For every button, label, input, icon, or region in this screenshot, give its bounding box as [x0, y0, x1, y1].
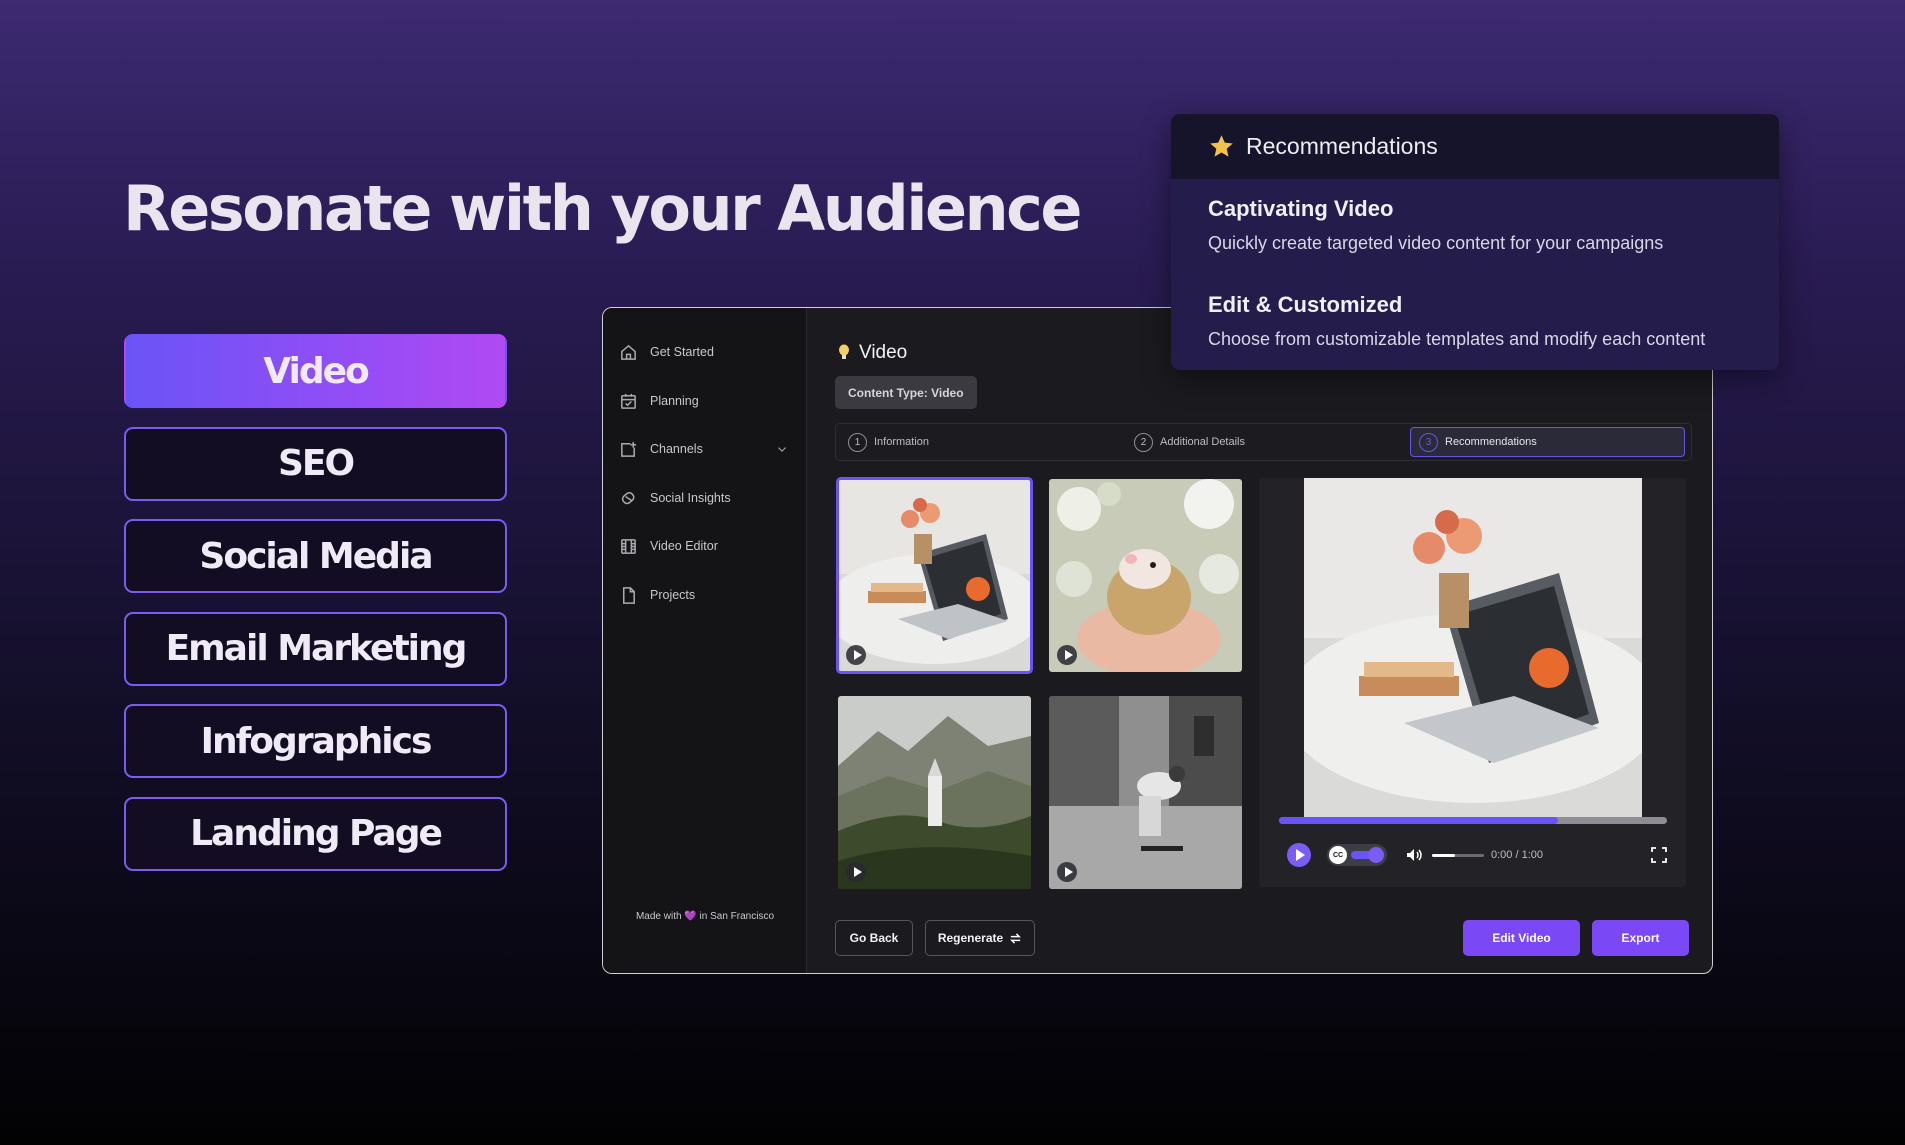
sidebar-item-get-started[interactable]: Get Started: [619, 338, 789, 366]
captions-toggle[interactable]: CC: [1327, 844, 1387, 866]
chevron-down-icon[interactable]: [775, 442, 789, 456]
play-icon[interactable]: [1057, 645, 1077, 665]
recommendation-description: Choose from customizable templates and m…: [1208, 329, 1706, 349]
app-window: Get Started Planning Channels Social Ins…: [602, 307, 1713, 974]
video-frame[interactable]: [1304, 478, 1642, 818]
recommendation-item: Captivating Video Quickly create targete…: [1208, 196, 1663, 254]
sidebar-item-planning[interactable]: Planning: [619, 387, 789, 415]
video-player: CC 0:00 / 1:00: [1259, 478, 1686, 887]
cc-icon: CC: [1329, 846, 1347, 864]
sidebar-item-label: Video Editor: [650, 539, 718, 553]
content-type-badge: Content Type: Video: [835, 376, 977, 409]
time-display: 0:00 / 1:00: [1491, 849, 1543, 861]
calendar-icon: [621, 393, 636, 409]
page-title: Video: [859, 342, 908, 363]
regenerate-button[interactable]: Regenerate: [925, 920, 1035, 956]
sidebar-item-label: Channels: [650, 442, 703, 456]
sidebar-item-label: Social Insights: [650, 491, 731, 505]
captions-toggle-knob: [1368, 847, 1384, 863]
recommendations-card: Recommendations Captivating Video Quickl…: [1171, 114, 1779, 370]
step-recommendations[interactable]: 3 Recommendations: [1410, 427, 1685, 457]
category-seo[interactable]: SEO: [124, 426, 507, 501]
sidebar-item-social-insights[interactable]: Social Insights: [619, 484, 789, 512]
step-label: Additional Details: [1160, 436, 1245, 448]
channels-icon: [621, 441, 637, 457]
stepper: 1 Information 2 Additional Details 3 Rec…: [835, 423, 1692, 461]
sidebar-item-projects[interactable]: Projects: [619, 581, 789, 609]
recommendations-header: Recommendations: [1171, 114, 1779, 179]
sidebar-item-channels[interactable]: Channels: [619, 435, 789, 463]
thumbnail-hedgehog[interactable]: [1049, 479, 1242, 672]
step-number: 2: [1134, 432, 1153, 452]
recommendation-item: Edit & Customized Choose from customizab…: [1208, 292, 1705, 350]
sidebar-item-video-editor[interactable]: Video Editor: [619, 532, 789, 560]
export-button[interactable]: Export: [1592, 920, 1689, 956]
step-number: 3: [1419, 432, 1438, 452]
recommendations-title: Recommendations: [1246, 133, 1438, 159]
star-icon: [1210, 135, 1233, 157]
sidebar-item-label: Planning: [650, 394, 699, 408]
heart-icon: 💜: [684, 911, 697, 922]
progress-bar[interactable]: [1279, 817, 1667, 824]
sidebar: Get Started Planning Channels Social Ins…: [603, 308, 807, 973]
hedgehog-image: [1049, 479, 1242, 672]
step-information[interactable]: 1 Information: [848, 424, 929, 460]
volume-fill: [1432, 853, 1456, 857]
regenerate-label: Regenerate: [937, 931, 1004, 945]
volume-icon[interactable]: [1404, 845, 1424, 865]
mountain-church-image: [838, 696, 1031, 889]
step-additional-details[interactable]: 2 Additional Details: [1134, 424, 1245, 460]
step-label: Information: [874, 436, 930, 448]
video-preview-image: [1304, 478, 1642, 818]
laptop-flowers-image: [838, 479, 1031, 672]
film-icon: [621, 538, 636, 554]
play-icon[interactable]: [846, 645, 866, 665]
sidebar-item-label: Projects: [650, 588, 696, 602]
thumbnail-skateboarder[interactable]: [1049, 696, 1242, 889]
progress-fill: [1279, 817, 1559, 824]
thumbnail-mountain-church[interactable]: [838, 696, 1031, 889]
category-infographics[interactable]: Infographics: [124, 704, 507, 778]
play-icon[interactable]: [846, 862, 866, 882]
lightbulb-icon: [839, 344, 849, 359]
headline: Resonate with your Audience: [123, 172, 1082, 245]
step-number: 1: [848, 432, 867, 452]
home-icon: [621, 344, 636, 360]
insights-icon: [621, 491, 635, 504]
edit-video-button[interactable]: Edit Video: [1463, 920, 1580, 956]
thumbnail-laptop-flowers[interactable]: [836, 477, 1033, 674]
footer-prefix: Made with: [635, 911, 682, 922]
category-email-marketing[interactable]: Email Marketing: [124, 611, 507, 686]
volume-slider[interactable]: [1432, 853, 1484, 857]
recommendation-heading: Captivating Video: [1208, 196, 1394, 221]
category-list: Video SEO Social Media Email Marketing I…: [124, 334, 507, 889]
refresh-icon: [1010, 932, 1022, 944]
play-button[interactable]: [1287, 843, 1311, 867]
skateboarder-image: [1049, 696, 1242, 889]
recommendation-heading: Edit & Customized: [1208, 292, 1403, 317]
category-landing-page[interactable]: Landing Page: [124, 796, 507, 871]
made-with-footer: Made with 💜 in San Francisco: [603, 911, 807, 922]
category-video[interactable]: Video: [124, 334, 507, 408]
fullscreen-icon[interactable]: [1650, 846, 1668, 864]
title-row: Video: [837, 342, 907, 364]
step-label: Recommendations: [1445, 436, 1537, 448]
sidebar-item-label: Get Started: [650, 345, 714, 359]
category-social-media[interactable]: Social Media: [124, 519, 507, 593]
go-back-button[interactable]: Go Back: [835, 920, 913, 956]
footer-suffix: in San Francisco: [699, 911, 775, 922]
player-controls: CC 0:00 / 1:00: [1287, 841, 1668, 869]
main-panel: Video Content Type: Video 1 Information …: [807, 308, 1712, 973]
file-icon: [622, 586, 635, 604]
play-icon[interactable]: [1057, 862, 1077, 882]
recommendation-description: Quickly create targeted video content fo…: [1208, 233, 1664, 253]
